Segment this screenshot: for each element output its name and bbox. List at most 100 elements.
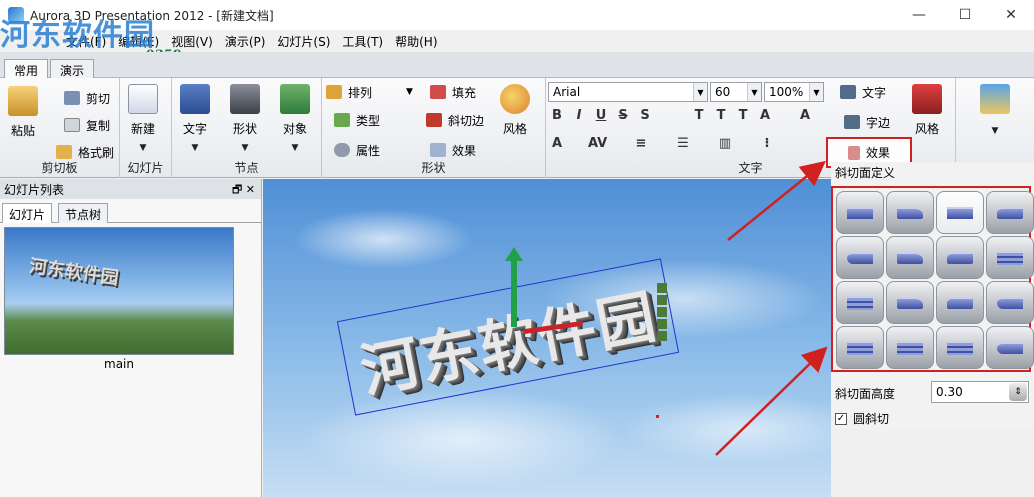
type-icon — [334, 113, 350, 127]
list-icon[interactable]: ⁝ — [758, 136, 776, 151]
tab-present[interactable]: 演示 — [50, 59, 95, 78]
bevel-style-option[interactable] — [886, 236, 934, 279]
bevel-style-option[interactable] — [886, 326, 934, 369]
close-button[interactable]: ✕ — [988, 0, 1034, 30]
chevron-down-icon: ▼ — [191, 143, 199, 153]
shape-node-button[interactable]: 形状 ▼ — [230, 84, 260, 153]
gizmo-tool-icon[interactable] — [657, 283, 667, 293]
font-select[interactable]: Arial ▼ — [548, 82, 708, 102]
fill-label: 填充 — [452, 85, 477, 100]
scene-button[interactable]: ▼ — [980, 84, 1010, 136]
menu-present[interactable]: 演示(P) — [219, 33, 272, 50]
shape-style-label: 风格 — [502, 122, 527, 136]
bevel-style-option[interactable] — [986, 281, 1034, 324]
property-icon — [334, 143, 350, 157]
text-spacing-button[interactable]: T — [734, 108, 752, 123]
text-outline-button[interactable]: A — [756, 108, 774, 123]
maximize-button[interactable]: ☐ — [942, 0, 988, 30]
arrange-button[interactable]: 排列 ▼ — [326, 82, 413, 102]
bevel-height-input[interactable]: 0.30 ⇕ — [931, 381, 1029, 403]
bevel-style-option[interactable] — [936, 281, 984, 324]
brush-icon — [56, 145, 72, 159]
float-panel-icon[interactable]: 🗗 — [232, 183, 242, 196]
gizmo-tool-icon[interactable] — [657, 319, 667, 329]
object-node-icon — [280, 84, 310, 114]
paste-button[interactable]: 粘贴 — [8, 86, 38, 139]
slide-thumbnail[interactable]: 河东软件园 — [4, 227, 234, 355]
menu-help[interactable]: 帮助(H) — [389, 33, 443, 50]
scene-canvas[interactable]: 河东软件园 — [263, 179, 831, 497]
columns-icon[interactable]: ▥ — [716, 136, 734, 151]
y-axis-gizmo[interactable] — [511, 257, 517, 327]
text-direction-button[interactable]: T — [690, 108, 708, 123]
copy-button[interactable]: 复制 — [64, 115, 110, 135]
tab-node-tree[interactable]: 节点树 — [58, 203, 109, 223]
bevel-style-option[interactable] — [836, 281, 884, 324]
close-panel-icon[interactable]: ✕ — [246, 183, 255, 196]
text-color-button[interactable]: A — [796, 108, 814, 123]
chevron-down-icon: ▼ — [809, 83, 823, 101]
gizmo-tool-icon[interactable] — [657, 295, 667, 305]
property-button[interactable]: 属性 — [334, 140, 380, 160]
strikethrough-button[interactable]: S — [614, 108, 632, 123]
text-size-icon[interactable]: A — [548, 136, 566, 151]
bevel-panel-title: 斜切面定义 — [835, 165, 896, 180]
bevel-button[interactable]: 斜切边 — [426, 110, 484, 130]
bevel-style-option-selected[interactable] — [936, 191, 984, 234]
bevel-style-option[interactable] — [886, 191, 934, 234]
align-icon[interactable]: ☰ — [674, 136, 692, 151]
object-node-button[interactable]: 对象 ▼ — [280, 84, 310, 153]
gizmo-tool-icon[interactable] — [657, 307, 667, 317]
tab-slides[interactable]: 幻灯片 — [2, 203, 53, 223]
gizmo-toolbar — [657, 283, 667, 343]
text-button-label: 文字 — [862, 85, 887, 100]
chevron-down-icon: ▼ — [139, 143, 147, 153]
text-button[interactable]: 文字 — [840, 82, 886, 102]
gizmo-tool-icon[interactable] — [657, 331, 667, 341]
bevel-style-option[interactable] — [986, 236, 1034, 279]
underline-button[interactable]: U — [592, 108, 610, 123]
fill-button[interactable]: 填充 — [430, 82, 476, 102]
spinner-icon[interactable]: ⇕ — [1009, 383, 1027, 401]
text-node-button[interactable]: 文字 ▼ — [180, 84, 210, 153]
line-spacing-icon[interactable]: ≡ — [632, 136, 650, 151]
text-style-button[interactable]: 风格 — [912, 84, 942, 137]
shadow-button[interactable]: S — [636, 108, 654, 123]
chevron-down-icon: ▼ — [241, 143, 249, 153]
kerning-icon[interactable]: AV — [588, 136, 607, 151]
round-bevel-checkbox[interactable]: ✓ — [835, 412, 847, 425]
bevel-style-option[interactable] — [986, 326, 1034, 369]
text-effect-label: 效果 — [865, 146, 890, 160]
font-size-select[interactable]: 60 ▼ — [710, 82, 762, 102]
zoom-select[interactable]: 100% ▼ — [764, 82, 824, 102]
italic-button[interactable]: I — [570, 108, 588, 123]
cut-button[interactable]: 剪切 — [64, 88, 110, 108]
bevel-preview-icon — [847, 251, 873, 264]
round-bevel-row[interactable]: ✓ 圆斜切 — [835, 410, 889, 427]
bevel-style-option[interactable] — [836, 326, 884, 369]
new-slide-label: 新建 — [130, 122, 155, 136]
type-button[interactable]: 类型 — [334, 110, 380, 130]
arrange-icon — [326, 85, 342, 99]
bevel-style-option[interactable] — [836, 236, 884, 279]
tab-home[interactable]: 常用 — [4, 59, 49, 78]
bevel-preview-icon — [947, 296, 973, 309]
bevel-style-option[interactable] — [886, 281, 934, 324]
outline-button[interactable]: 字边 — [844, 112, 890, 132]
bevel-style-option[interactable] — [936, 326, 984, 369]
menu-slides[interactable]: 幻灯片(S) — [271, 33, 336, 50]
menu-tools[interactable]: 工具(T) — [336, 33, 389, 50]
group-shape: 排列 ▼ 类型 属性 填充 斜切边 效果 风格 形状 — [322, 78, 546, 178]
shape-effect-button[interactable]: 效果 — [430, 140, 476, 160]
cut-label: 剪切 — [86, 91, 111, 106]
new-slide-button[interactable]: 新建 ▼ — [128, 84, 158, 153]
text-vertical-button[interactable]: T — [712, 108, 730, 123]
bold-button[interactable]: B — [548, 108, 566, 123]
bevel-style-option[interactable] — [936, 236, 984, 279]
minimize-button[interactable]: — — [896, 0, 942, 30]
bevel-style-option[interactable] — [836, 191, 884, 234]
bevel-style-option[interactable] — [986, 191, 1034, 234]
menu-view[interactable]: 视图(V) — [165, 33, 219, 50]
bevel-preview-icon — [947, 206, 973, 219]
shape-style-button[interactable]: 风格 — [500, 84, 530, 137]
